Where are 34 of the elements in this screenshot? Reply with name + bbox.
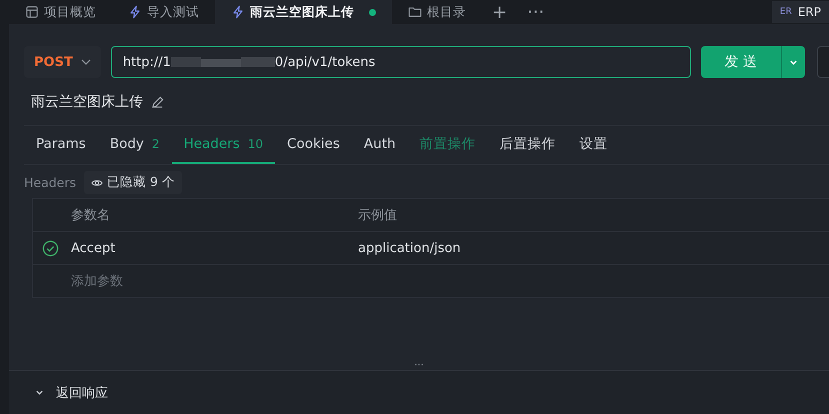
table-cell-text: Accept <box>71 240 116 256</box>
folder-icon <box>408 5 422 19</box>
section-label: Headers <box>24 175 76 190</box>
hidden-headers-toggle[interactable]: 已隐藏 9 个 <box>84 171 182 194</box>
request-name: 雨云兰空图床上传 <box>31 93 143 111</box>
lightning-icon <box>128 5 142 19</box>
request-tab[interactable]: Body 2 <box>98 126 172 164</box>
resize-handle[interactable]: ··· <box>414 360 424 371</box>
grid-icon <box>25 5 39 19</box>
tab[interactable]: 根目录 <box>392 0 482 24</box>
edit-icon[interactable] <box>151 96 164 108</box>
tab[interactable]: 项目概览 <box>9 0 112 24</box>
chevron-down-icon <box>80 57 91 67</box>
request-tab[interactable]: Params <box>24 126 98 164</box>
tab[interactable]: 导入测试 <box>112 0 215 24</box>
table-cell-text: application/json <box>358 240 462 256</box>
column-header: 示例值 <box>358 207 398 224</box>
tab[interactable]: 雨云兰空图床上传 <box>215 0 392 24</box>
request-tab[interactable]: 前置操作 <box>408 126 488 164</box>
request-tab[interactable]: Cookies <box>275 126 352 164</box>
column-header: 参数名 <box>71 207 111 224</box>
method-select[interactable]: POST <box>24 46 101 78</box>
more-button[interactable]: ··· <box>517 2 554 22</box>
response-panel-toggle[interactable]: 返回响应 <box>9 371 829 414</box>
check-circle-icon[interactable] <box>42 240 59 256</box>
request-tab[interactable]: 后置操作 <box>488 126 568 164</box>
request-tab[interactable]: Headers 10 <box>172 126 276 164</box>
workspace-button[interactable]: ER ERP <box>772 1 829 23</box>
request-tab[interactable]: Auth <box>352 126 408 164</box>
url-field[interactable]: http://1 0/api/v1/tokens <box>110 46 691 78</box>
lightning-icon <box>231 5 245 19</box>
new-tab-button[interactable]: + <box>482 2 518 22</box>
chevron-down-icon <box>789 58 798 66</box>
request-tab[interactable]: 设置 <box>568 126 620 164</box>
